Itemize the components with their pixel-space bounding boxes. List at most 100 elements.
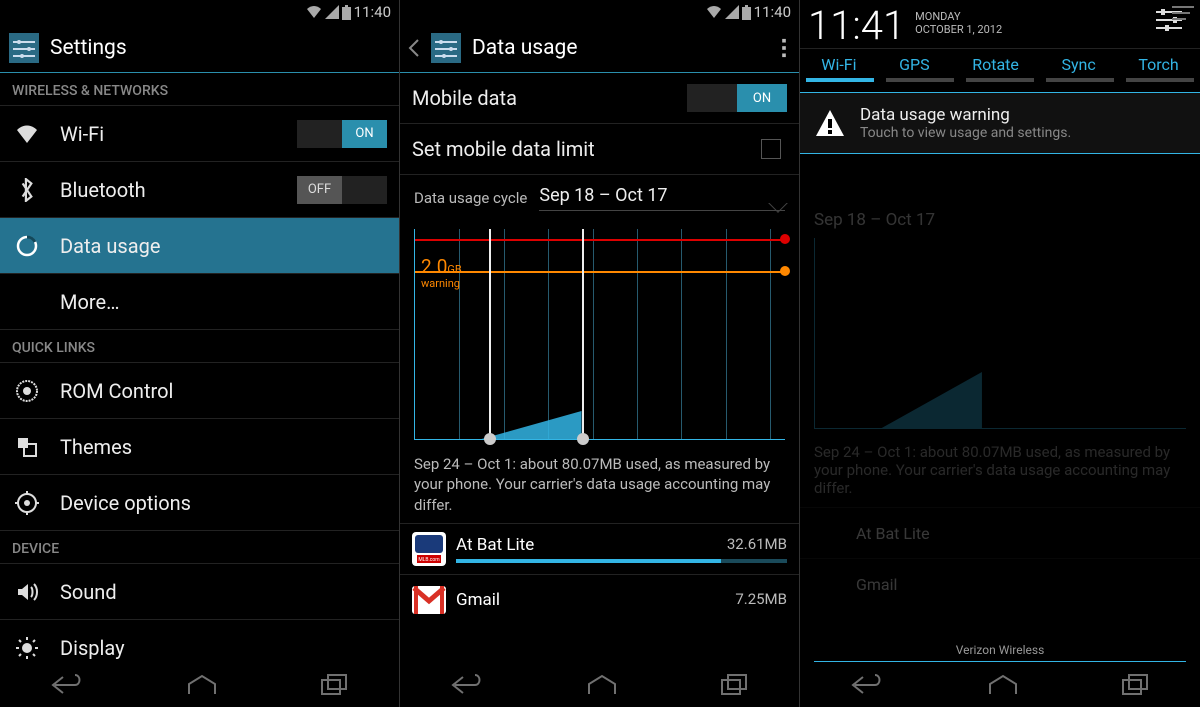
- back-button[interactable]: [51, 673, 85, 697]
- clock: 11:40: [754, 3, 791, 21]
- carrier-label: Verizon Wireless: [800, 643, 1200, 657]
- rom-control-icon: [12, 379, 42, 403]
- mobile-data-toggle[interactable]: ON: [687, 84, 787, 112]
- toggle-sync[interactable]: Sync: [1061, 55, 1095, 74]
- settings-app-icon: [8, 32, 40, 64]
- screen-notification-shade: Data usage Mobile data Sep 18 – Oct 17 S…: [800, 0, 1200, 707]
- navbar: [800, 662, 1200, 707]
- statusbar: 11:40: [400, 0, 799, 24]
- row-device-options[interactable]: Device options: [0, 475, 399, 531]
- row-more[interactable]: More…: [0, 274, 399, 330]
- recents-button[interactable]: [320, 674, 348, 696]
- row-set-limit[interactable]: Set mobile data limit: [400, 124, 799, 175]
- appbar: Data usage: [400, 24, 799, 73]
- app2-usage: 7.25MB: [735, 590, 787, 610]
- wifi-icon: [706, 5, 722, 19]
- appbar: Settings: [0, 24, 399, 73]
- range-end-handle[interactable]: [582, 229, 584, 439]
- app1-bar: [456, 559, 787, 563]
- row-rom-control[interactable]: ROM Control: [0, 363, 399, 419]
- row-sound[interactable]: Sound: [0, 564, 399, 620]
- display-label: Display: [60, 636, 387, 660]
- home-button[interactable]: [988, 674, 1018, 696]
- bluetooth-icon: [12, 178, 42, 202]
- themes-icon: [12, 435, 42, 459]
- row-mobile-data[interactable]: Mobile data ON: [400, 73, 799, 124]
- cycle-dropdown[interactable]: Sep 18 – Oct 17: [539, 185, 785, 211]
- sound-icon: [12, 580, 42, 604]
- limit-line[interactable]: [415, 239, 785, 241]
- wifi-label: Wi-Fi: [60, 122, 279, 146]
- wifi-toggle[interactable]: ON: [297, 120, 387, 148]
- row-data-usage[interactable]: Data usage: [0, 218, 399, 274]
- rom-control-label: ROM Control: [60, 379, 387, 403]
- set-limit-checkbox[interactable]: [761, 139, 781, 159]
- battery-icon: [342, 5, 351, 20]
- row-wifi[interactable]: Wi-Fi ON: [0, 106, 399, 162]
- bluetooth-label: Bluetooth: [60, 178, 279, 202]
- set-limit-label: Set mobile data limit: [412, 137, 743, 161]
- navbar: [0, 662, 399, 707]
- range-start-handle[interactable]: [489, 229, 491, 439]
- settings-list[interactable]: WIRELESS & NETWORKS Wi-Fi ON Bluetooth O…: [0, 73, 399, 662]
- shade-day: MONDAY: [915, 10, 1002, 23]
- notification-data-warning[interactable]: Data usage warning Touch to view usage a…: [800, 92, 1200, 154]
- row-themes[interactable]: Themes: [0, 419, 399, 475]
- cycle-value: Sep 18 – Oct 17: [539, 185, 667, 206]
- usage-area: [415, 409, 582, 439]
- app-row-gmail[interactable]: Gmail7.25MB: [400, 574, 799, 625]
- screen-data-usage: 11:40 Data usage Mobile data ON Set mobi…: [400, 0, 800, 707]
- shade-header: 11:41 MONDAY OCTOBER 1, 2012: [800, 0, 1200, 48]
- data-usage-chart[interactable]: 2.0GB warning: [414, 229, 785, 440]
- data-usage-content[interactable]: Mobile data ON Set mobile data limit Dat…: [400, 73, 799, 662]
- quick-toggle-indicators: [800, 78, 1200, 82]
- shade-clock: 11:41: [808, 6, 905, 46]
- notification-title: Data usage warning: [860, 105, 1071, 125]
- usage-summary: Sep 24 – Oct 1: about 80.07MB used, as m…: [400, 444, 799, 523]
- toggle-gps[interactable]: GPS: [899, 55, 930, 74]
- page-title: Settings: [50, 36, 391, 60]
- toggle-torch[interactable]: Torch: [1138, 55, 1178, 74]
- more-label: More…: [60, 290, 387, 314]
- category-quick-links: QUICK LINKS: [0, 330, 399, 363]
- shade-footer: Verizon Wireless: [800, 639, 1200, 663]
- svg-text:MLB.com: MLB.com: [418, 557, 440, 563]
- row-display[interactable]: Display: [0, 620, 399, 662]
- settings-app-icon[interactable]: [430, 32, 462, 64]
- shade-date: OCTOBER 1, 2012: [915, 23, 1002, 36]
- app-row-at-bat[interactable]: MLB.com At Bat Lite32.61MB: [400, 523, 799, 574]
- warning-line[interactable]: [415, 271, 785, 273]
- back-caret-icon[interactable]: [408, 38, 420, 58]
- navbar: [400, 662, 799, 707]
- category-wireless: WIRELESS & NETWORKS: [0, 73, 399, 106]
- overflow-menu-icon[interactable]: [777, 38, 791, 58]
- at-bat-icon: MLB.com: [412, 532, 446, 566]
- home-button[interactable]: [187, 674, 217, 696]
- data-usage-icon: [12, 235, 42, 257]
- app1-name: At Bat Lite: [456, 535, 727, 555]
- back-button[interactable]: [851, 673, 885, 697]
- recents-button[interactable]: [720, 674, 748, 696]
- cycle-label: Data usage cycle: [414, 189, 527, 207]
- gmail-icon: [412, 583, 446, 617]
- warning-handle[interactable]: [780, 266, 790, 276]
- screen-settings: 11:40 Settings WIRELESS & NETWORKS Wi-Fi…: [0, 0, 400, 707]
- page-title: Data usage: [472, 36, 767, 60]
- bluetooth-toggle[interactable]: OFF: [297, 176, 387, 204]
- recents-button[interactable]: [1121, 674, 1149, 696]
- back-button[interactable]: [451, 673, 485, 697]
- signal-icon: [325, 5, 339, 19]
- display-icon: [12, 636, 42, 660]
- notification-shade[interactable]: 11:41 MONDAY OCTOBER 1, 2012 Wi-Fi GPS R…: [800, 0, 1200, 154]
- cycle-row: Data usage cycle Sep 18 – Oct 17: [400, 175, 799, 221]
- row-bluetooth[interactable]: Bluetooth OFF: [0, 162, 399, 218]
- toggle-rotate[interactable]: Rotate: [972, 55, 1019, 74]
- device-options-icon: [12, 491, 42, 515]
- limit-handle[interactable]: [780, 234, 790, 244]
- toggle-wifi[interactable]: Wi-Fi: [821, 55, 856, 74]
- data-usage-label: Data usage: [60, 234, 387, 258]
- mobile-data-label: Mobile data: [412, 86, 669, 110]
- sound-label: Sound: [60, 580, 387, 604]
- home-button[interactable]: [587, 674, 617, 696]
- shade-pull-icon[interactable]: [1172, 4, 1194, 22]
